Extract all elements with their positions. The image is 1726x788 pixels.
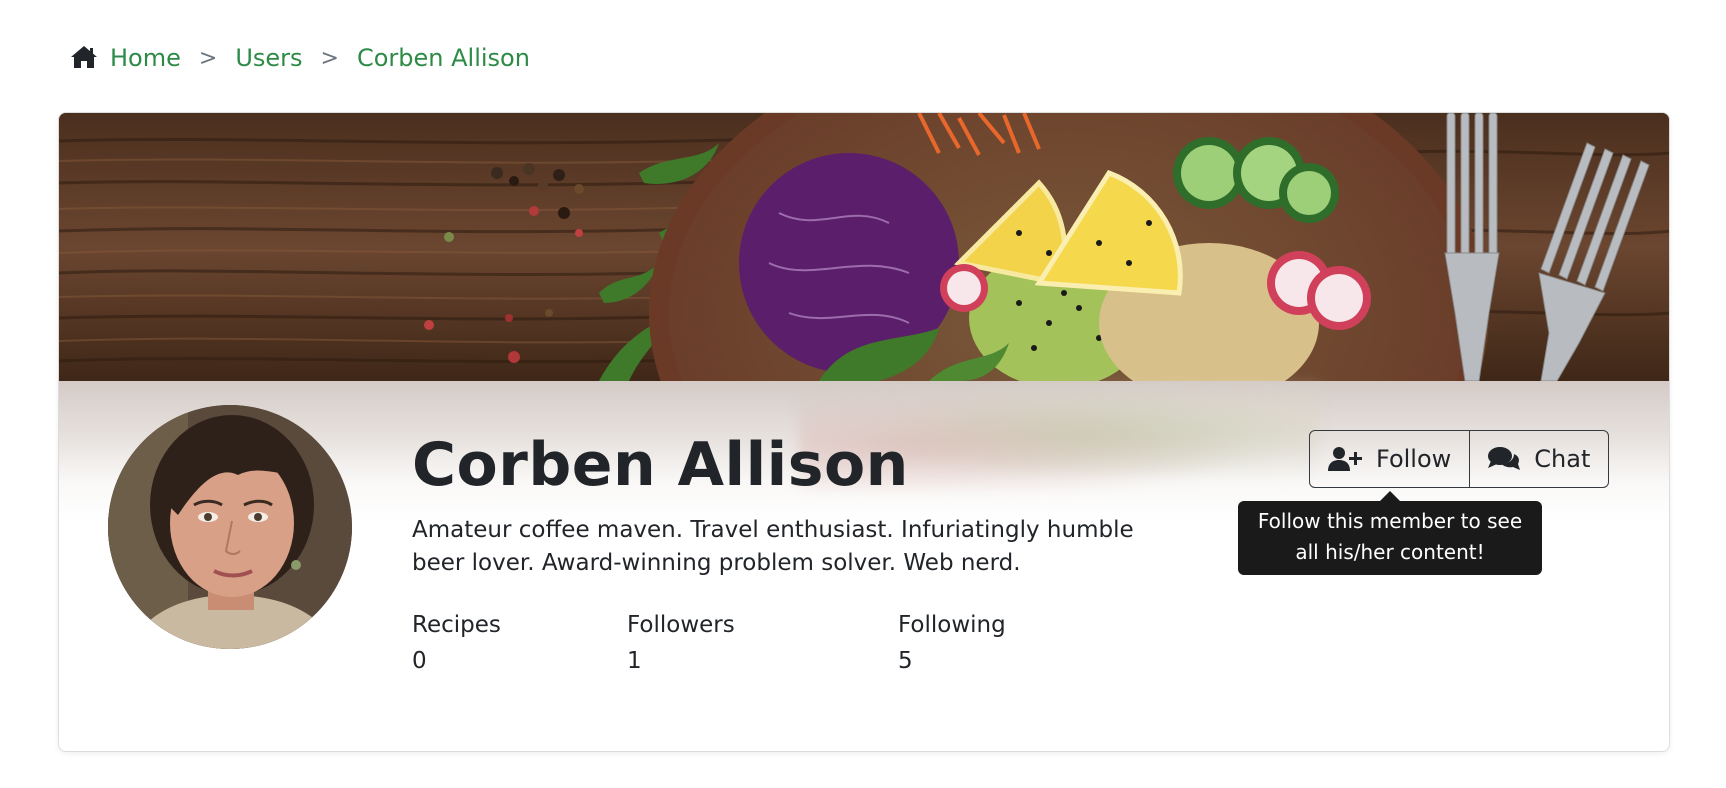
stat-value: 5 (898, 648, 913, 674)
stat-following: Following 5 (898, 607, 1006, 679)
profile-bio: Amateur coffee maven. Travel enthusiast.… (412, 517, 1134, 576)
breadcrumb-home-link[interactable]: Home (110, 44, 181, 72)
stat-value: 0 (412, 648, 427, 674)
tooltip-text: Follow this member to see all his/her co… (1238, 501, 1542, 575)
stat-value: 1 (627, 648, 642, 674)
user-plus-icon (1328, 447, 1362, 471)
stat-followers: Followers 1 (627, 607, 735, 679)
stat-recipes: Recipes 0 (412, 607, 501, 679)
breadcrumb: Home > Users > Corben Allison (70, 40, 530, 76)
breadcrumb-users-link[interactable]: Users (235, 44, 302, 72)
follow-button-label: Follow (1376, 445, 1452, 473)
banner-image (59, 113, 1669, 381)
chat-button-label: Chat (1534, 445, 1591, 473)
breadcrumb-current-page[interactable]: Corben Allison (357, 44, 530, 72)
breadcrumb-separator: > (320, 45, 339, 71)
avatar (108, 405, 352, 649)
comments-icon (1488, 446, 1521, 472)
home-icon[interactable] (70, 45, 98, 71)
breadcrumb-separator: > (198, 45, 218, 71)
stat-label: Recipes (412, 612, 501, 638)
chat-button[interactable]: Chat (1469, 431, 1608, 487)
stat-label: Followers (627, 612, 735, 638)
profile-name: Corben Allison (412, 430, 909, 500)
profile-actions: Follow Chat (1309, 430, 1610, 488)
follow-button[interactable]: Follow (1310, 431, 1469, 487)
stat-label: Following (898, 612, 1006, 638)
follow-tooltip: Follow this member to see all his/her co… (1238, 491, 1542, 575)
tooltip-arrow (1380, 491, 1400, 501)
